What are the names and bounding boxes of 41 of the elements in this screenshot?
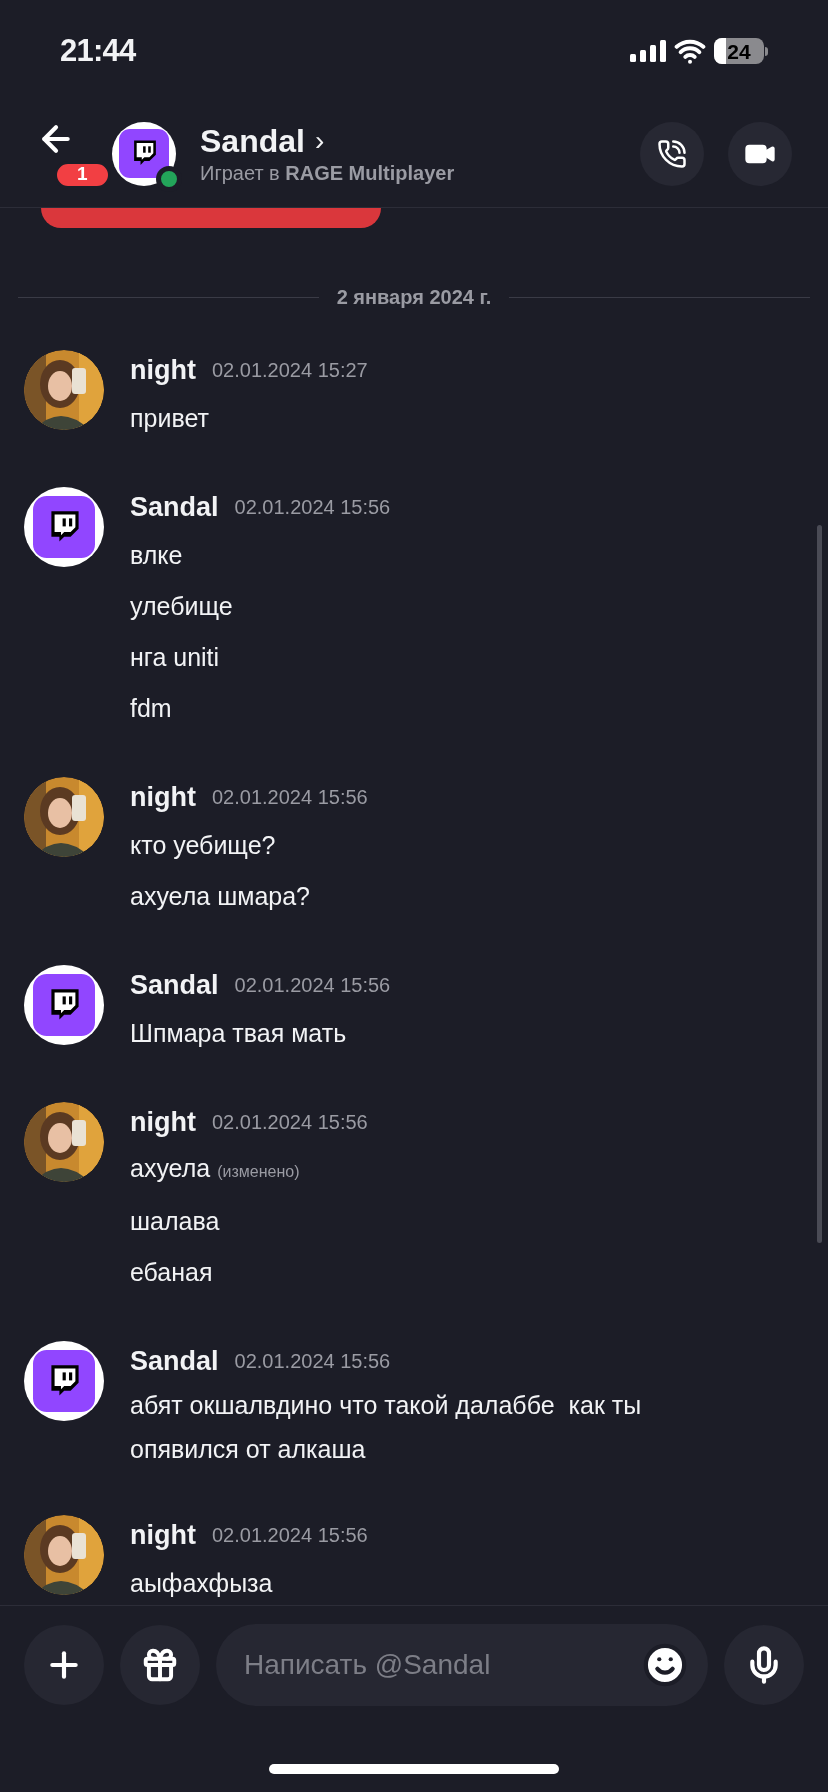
- message-timestamp: 02.01.2024 15:56: [212, 1110, 368, 1135]
- phone-icon: [657, 138, 687, 169]
- message-timestamp: 02.01.2024 15:56: [234, 495, 391, 520]
- message-timestamp: 02.01.2024 15:56: [234, 1349, 391, 1374]
- message-text: Шпмара твая мать: [130, 1017, 347, 1049]
- contact-name[interactable]: Sandal: [200, 121, 305, 160]
- message-text: ахуела (изменено): [130, 1152, 300, 1184]
- message-timestamp: 02.01.2024 15:27: [212, 358, 368, 383]
- signal-icon: [630, 40, 666, 62]
- author-name[interactable]: night: [130, 1514, 196, 1556]
- message-text: абят окшалвдино что такой далаббе как ты опявился от алкаша: [130, 1390, 643, 1465]
- message-text: fdm: [130, 692, 172, 724]
- message-text: шалава: [130, 1205, 220, 1237]
- message-text: кто уебище?: [130, 829, 276, 861]
- message-timestamp: 02.01.2024 15:56: [234, 973, 391, 998]
- message-text: улебище: [130, 590, 233, 622]
- message-timestamp: 02.01.2024 15:56: [212, 785, 368, 810]
- author-name[interactable]: Sandal: [130, 964, 219, 1006]
- message-timestamp: 02.01.2024 15:56: [212, 1523, 368, 1548]
- author-name[interactable]: night: [130, 776, 196, 818]
- message-text: нга uniti: [130, 641, 220, 673]
- message-field[interactable]: Написать @Sandal: [216, 1624, 708, 1706]
- battery-level: 24: [727, 40, 751, 62]
- date-divider: 2 января 2024 г.: [335, 285, 493, 310]
- edited-label: (изменено): [217, 1162, 300, 1180]
- author-name[interactable]: night: [130, 1101, 196, 1143]
- message-text: аыфахфыза: [130, 1567, 273, 1599]
- message-input[interactable]: Написать @Sandal: [244, 1644, 642, 1686]
- gift-icon: [141, 1646, 179, 1684]
- author-name[interactable]: Sandal: [130, 486, 219, 528]
- author-name[interactable]: night: [130, 349, 196, 391]
- message-text: привет: [130, 402, 209, 434]
- message-text: влке: [130, 539, 183, 571]
- message-text: ебаная: [130, 1256, 213, 1288]
- status-time: 21:44: [60, 31, 136, 70]
- activity-status: Играет в RAGE Multiplayer: [200, 160, 456, 186]
- author-name[interactable]: Sandal: [130, 1340, 219, 1382]
- emoji-icon[interactable]: [642, 1642, 688, 1688]
- message-text: ахуела шмара?: [130, 880, 310, 912]
- chevron: ›: [314, 126, 325, 155]
- battery-fill: [714, 38, 726, 64]
